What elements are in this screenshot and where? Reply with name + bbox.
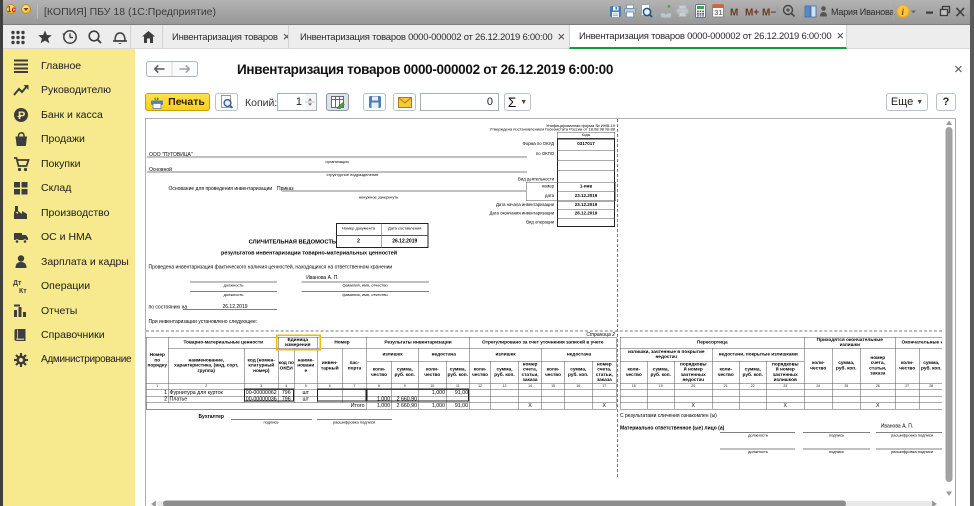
svg-text:Дт: Дт bbox=[13, 280, 22, 287]
svg-text:Мария Иванова: Мария Иванова bbox=[831, 7, 894, 17]
svg-text:Кт: Кт bbox=[19, 288, 27, 294]
svg-text:31: 31 bbox=[714, 8, 722, 17]
svg-text:М: М bbox=[730, 8, 738, 19]
svg-text:М−: М− bbox=[762, 8, 776, 19]
svg-text:М+: М+ bbox=[745, 8, 759, 19]
